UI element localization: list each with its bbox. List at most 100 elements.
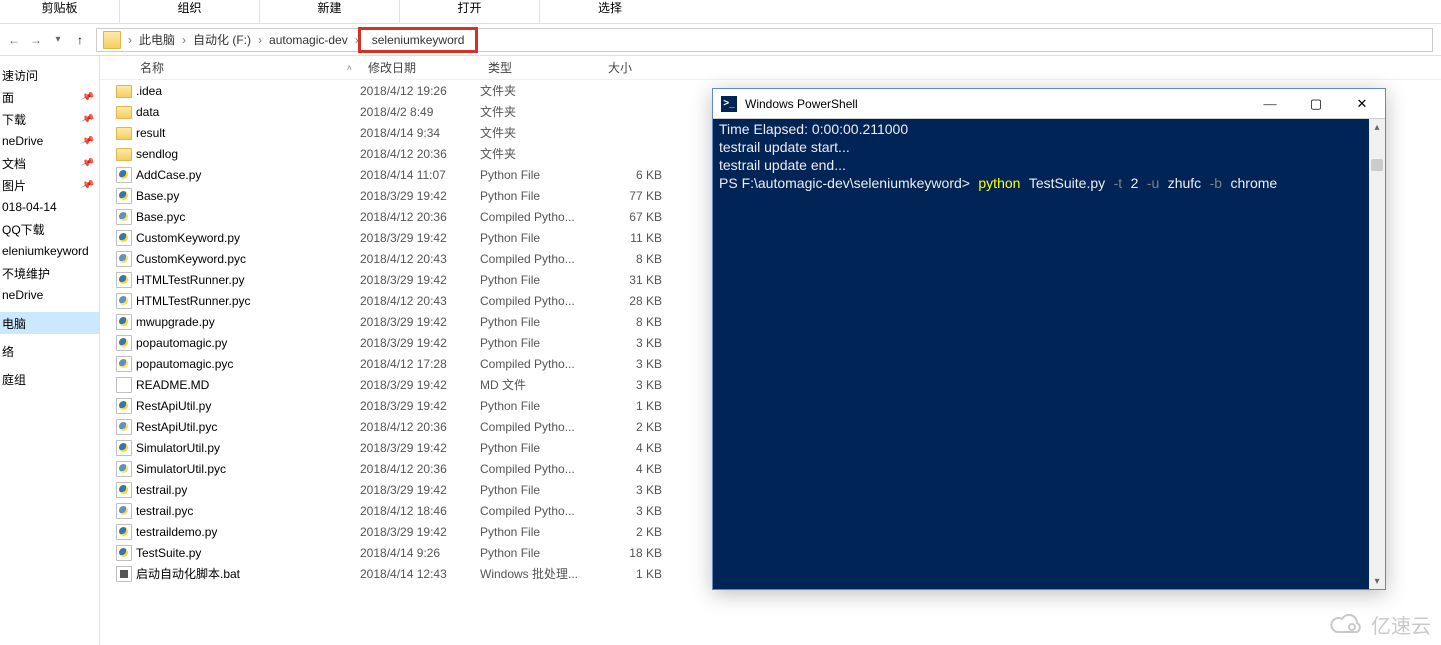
file-date: 2018/3/29 19:42 [360,231,480,245]
forward-button[interactable]: → [26,30,46,50]
file-icon-cell [100,419,136,435]
sidebar-item[interactable]: 电脑 [0,312,99,334]
sidebar-nav: 速访问面📌下载📌neDrive📌文档📌图片📌018-04-14QQ下载eleni… [0,56,100,645]
scrollbar[interactable]: ▴ ▾ [1369,119,1385,589]
sidebar-item[interactable]: 速访问 [0,64,99,86]
pin-icon: 📌 [79,90,94,105]
crumb-automagic-dev[interactable]: automagic-dev [263,29,354,51]
ribbon-section-organize[interactable]: 组织 [120,0,260,24]
py-icon [116,482,132,498]
file-type: Python File [480,168,600,182]
file-size: 67 KB [600,210,670,224]
file-type: 文件夹 [480,145,600,162]
file-type: Compiled Pytho... [480,504,600,518]
up-button[interactable]: ↑ [70,30,90,50]
py-icon [116,524,132,540]
scroll-down-icon[interactable]: ▾ [1369,573,1385,589]
pyc-icon [116,293,132,309]
py-icon [116,398,132,414]
close-button[interactable]: ✕ [1339,89,1385,119]
file-type: Python File [480,483,600,497]
sidebar-item[interactable]: 下载📌 [0,108,99,130]
crumb-seleniumkeyword[interactable]: seleniumkeyword [360,29,477,51]
sidebar-item-label: QQ下载 [2,221,45,238]
folder-icon [116,106,132,119]
file-date: 2018/3/29 19:42 [360,336,480,350]
sidebar-item-label: neDrive [2,288,43,302]
file-size: 6 KB [600,168,670,182]
file-name: data [136,105,360,119]
pin-icon: 📌 [79,178,94,193]
recent-dropdown-icon[interactable]: ▾ [48,30,68,50]
pyc-icon [116,356,132,372]
column-header-date[interactable]: 修改日期 [360,59,480,76]
sidebar-item[interactable]: neDrive [0,284,99,306]
ribbon-section-new[interactable]: 新建 [260,0,400,24]
back-button[interactable]: ← [4,30,24,50]
file-date: 2018/4/14 12:43 [360,567,480,581]
file-type: Compiled Pytho... [480,294,600,308]
sidebar-item[interactable]: QQ下载 [0,218,99,240]
sidebar-item[interactable]: 文档📌 [0,152,99,174]
sidebar-item[interactable]: 018-04-14 [0,196,99,218]
powershell-window[interactable]: >_ Windows PowerShell — ▢ ✕ Time Elapsed… [712,88,1386,590]
sidebar-item-label: 图片 [2,177,26,194]
sidebar-item[interactable]: 庭组 [0,368,99,390]
file-icon-cell [100,461,136,477]
file-date: 2018/4/2 8:49 [360,105,480,119]
file-date: 2018/3/29 19:42 [360,378,480,392]
column-header-type[interactable]: 类型 [480,59,600,76]
scroll-thumb[interactable] [1371,159,1383,171]
maximize-button[interactable]: ▢ [1293,89,1339,119]
powershell-titlebar[interactable]: >_ Windows PowerShell — ▢ ✕ [713,89,1385,119]
file-date: 2018/4/14 9:26 [360,546,480,560]
file-icon-cell [100,83,136,98]
pyc-icon [116,209,132,225]
column-header-size[interactable]: 大小 [600,59,670,76]
sidebar-item[interactable]: 不境维护 [0,262,99,284]
sidebar-item[interactable]: 面📌 [0,86,99,108]
console-command: python [978,175,1020,191]
crumb-this-pc[interactable]: 此电脑 [133,29,181,51]
ribbon-section-clipboard[interactable]: 剪贴板 [0,0,120,24]
ribbon-section-open[interactable]: 打开 [400,0,540,24]
file-size: 8 KB [600,252,670,266]
sidebar-item[interactable]: 图片 📌 [0,174,99,196]
file-type: MD 文件 [480,376,600,393]
py-icon [116,335,132,351]
console-line: testrail update start... [719,139,850,155]
address-bar[interactable]: › 此电脑 › 自动化 (F:) › automagic-dev › selen… [96,28,1433,52]
file-size: 77 KB [600,189,670,203]
console-flag: -t [1114,175,1123,191]
pyc-icon [116,419,132,435]
console-flag: -b [1210,175,1222,191]
file-size: 28 KB [600,294,670,308]
file-date: 2018/4/12 19:26 [360,84,480,98]
sidebar-item-label: 速访问 [2,67,38,84]
column-header-name[interactable]: 名称 ˄ [100,59,360,76]
console-arg: zhufc [1168,175,1201,191]
ribbon-section-select[interactable]: 选择 [540,0,680,24]
file-type: Compiled Pytho... [480,252,600,266]
py-icon [116,545,132,561]
file-date: 2018/3/29 19:42 [360,441,480,455]
minimize-button[interactable]: — [1247,89,1293,119]
sidebar-item[interactable]: eleniumkeyword [0,240,99,262]
pyc-icon [116,503,132,519]
sidebar-item[interactable]: neDrive📌 [0,130,99,152]
powershell-console[interactable]: Time Elapsed: 0:00:00.211000 testrail up… [713,119,1385,195]
sidebar-item[interactable]: 络 [0,340,99,362]
file-icon-cell [100,125,136,140]
file-size: 31 KB [600,273,670,287]
sidebar-item-label: 文档 [2,155,26,172]
file-icon-cell [100,398,136,414]
scroll-up-icon[interactable]: ▴ [1369,119,1385,135]
file-size: 4 KB [600,462,670,476]
py-icon [116,272,132,288]
file-size: 2 KB [600,525,670,539]
crumb-drive[interactable]: 自动化 (F:) [187,29,257,51]
file-size: 1 KB [600,399,670,413]
ribbon-bar: 剪贴板 组织 新建 打开 选择 [0,0,1441,24]
sidebar-item-label: 面 [2,89,14,106]
file-type: Compiled Pytho... [480,462,600,476]
